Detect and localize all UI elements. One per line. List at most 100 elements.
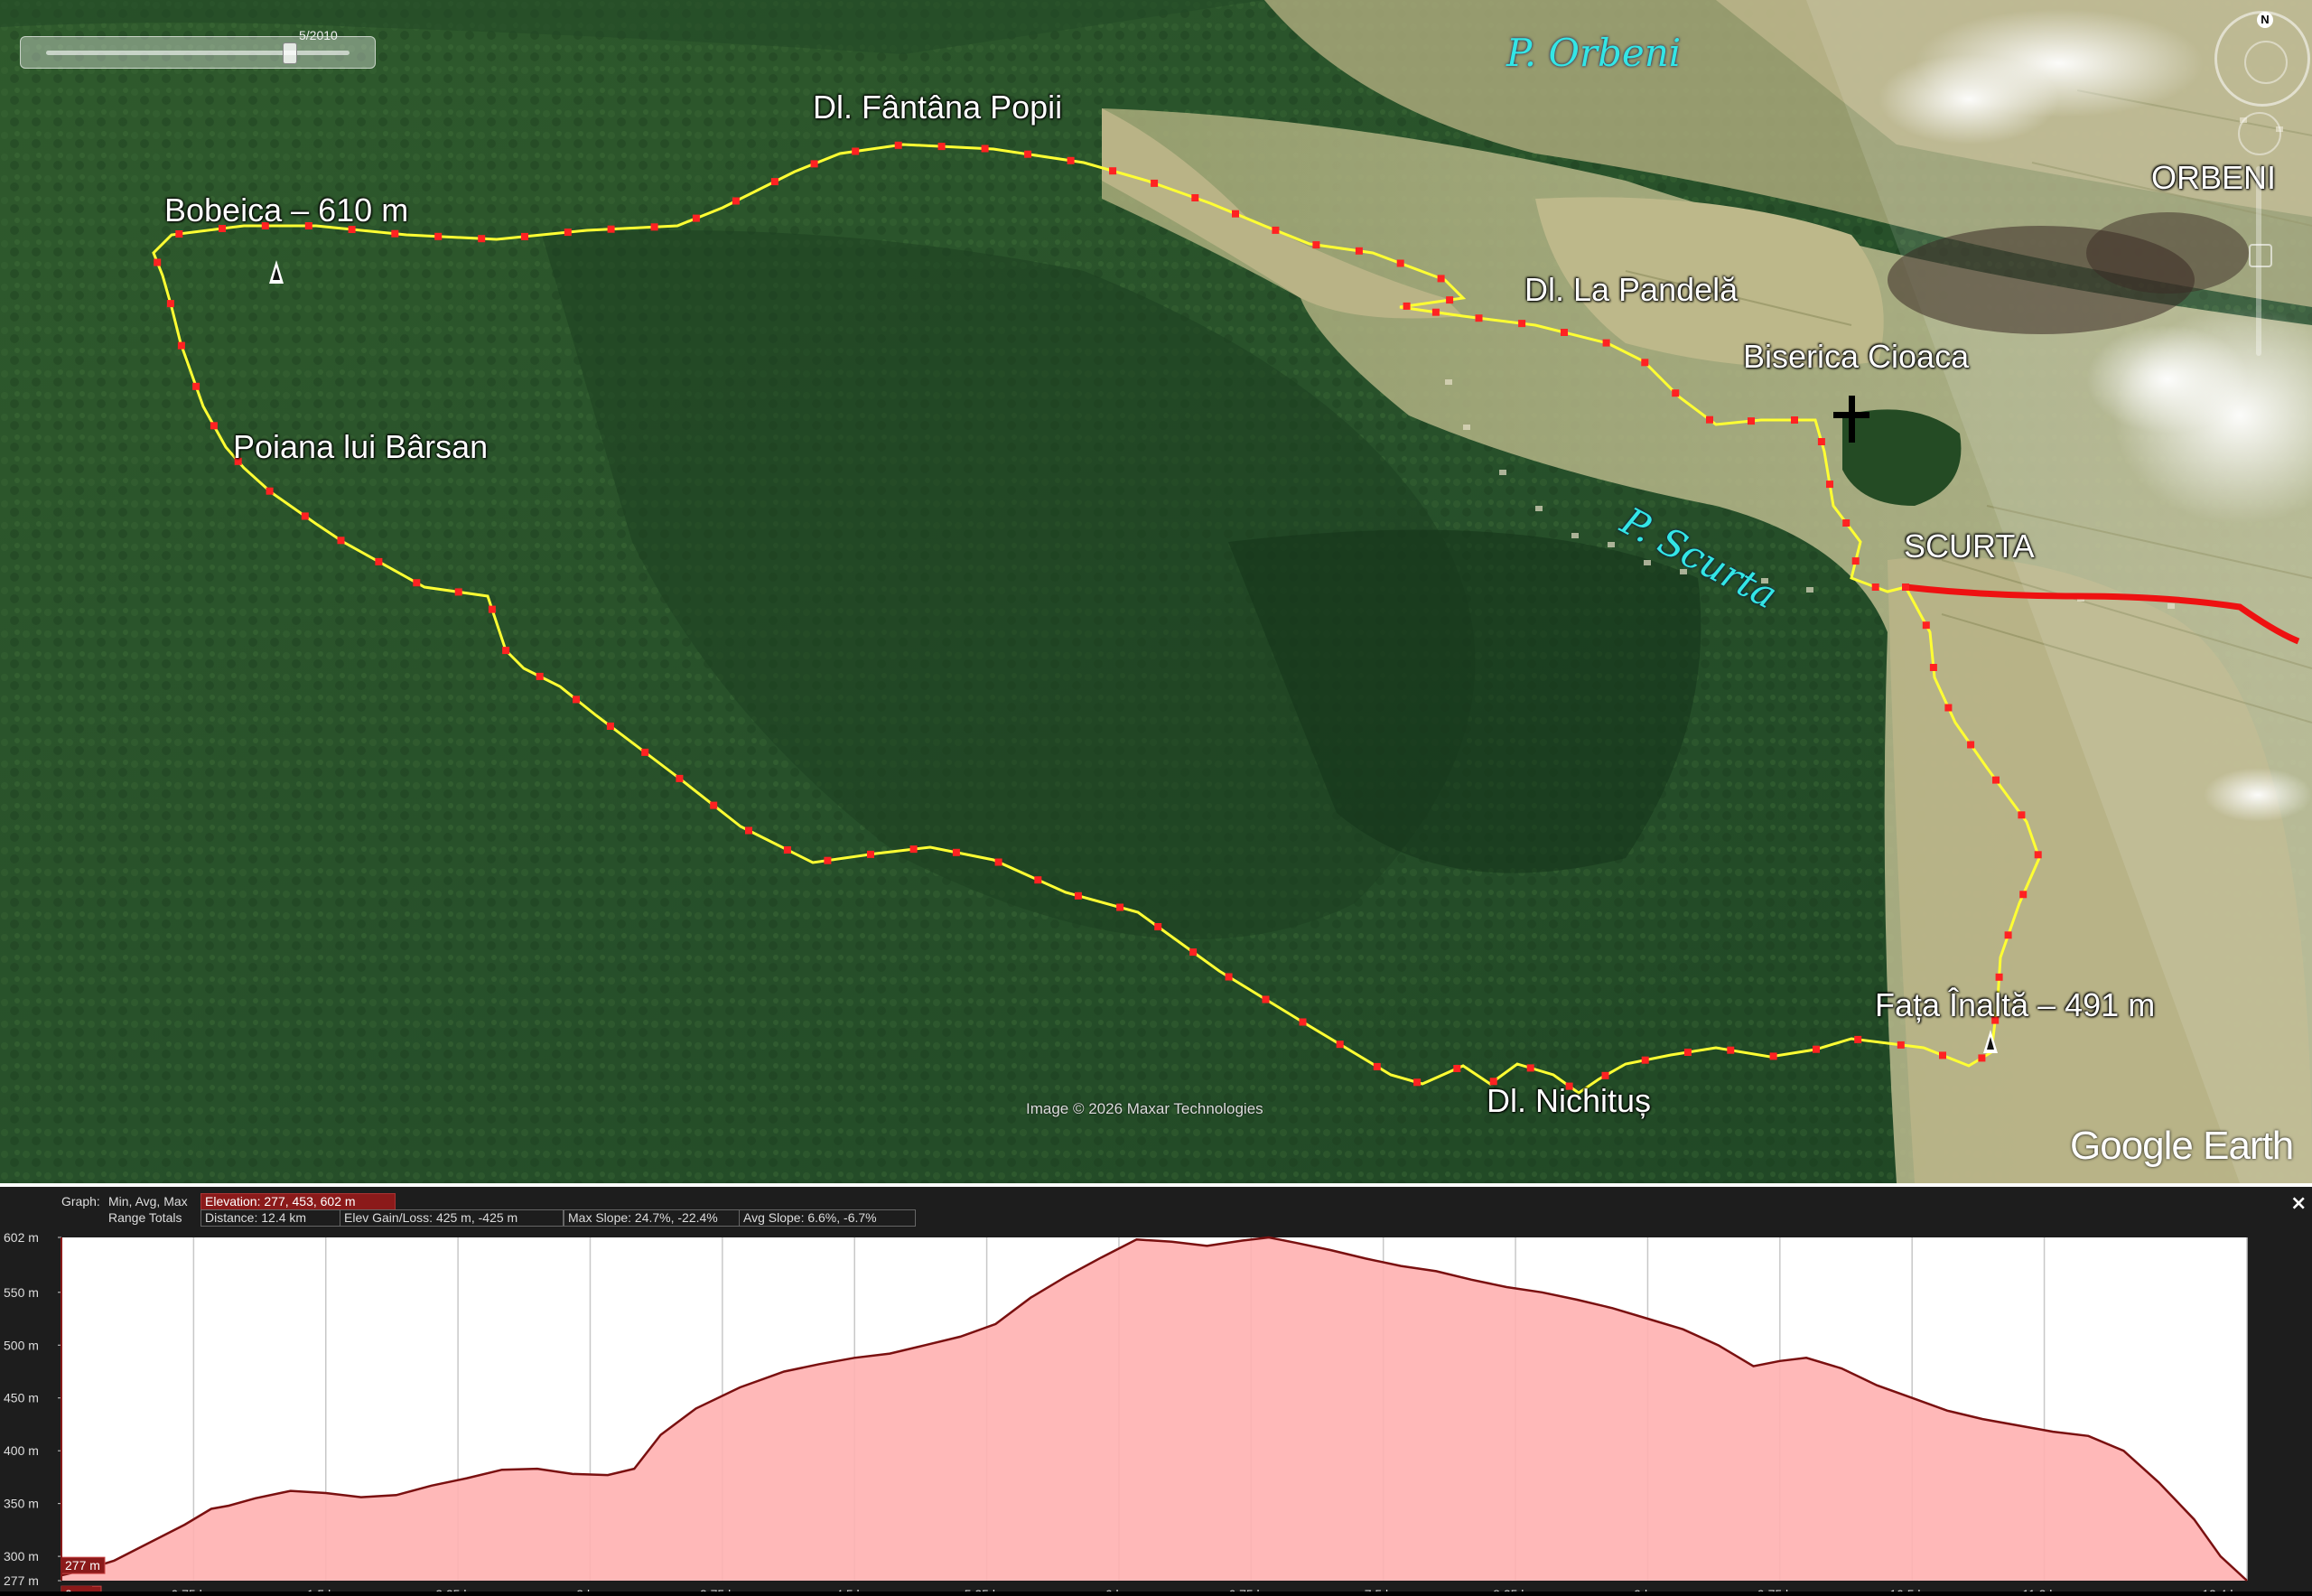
route-marker — [641, 748, 649, 756]
route-marker — [1191, 194, 1199, 201]
route-marker — [1232, 210, 1239, 218]
route-marker — [937, 143, 946, 151]
route-marker — [1813, 1045, 1820, 1053]
route-marker — [732, 197, 740, 205]
x-tick-label: 4.5 km — [835, 1587, 873, 1591]
peak-icon-fata-inalta[interactable] — [1983, 1030, 1998, 1053]
range-totals-label: Range Totals — [108, 1210, 182, 1225]
route-marker — [488, 605, 496, 613]
route-marker — [1922, 621, 1930, 630]
close-profile-button[interactable]: × — [2290, 1192, 2307, 1215]
route-marker — [1151, 179, 1159, 187]
route-marker — [434, 232, 443, 240]
route-marker — [413, 579, 421, 587]
route-marker — [1902, 583, 1909, 591]
label-bobeica[interactable]: Bobeica – 610 m — [164, 191, 408, 229]
route-marker — [1851, 557, 1860, 565]
route-marker — [1526, 1064, 1534, 1072]
y-tick-label: 500 m — [4, 1338, 39, 1352]
route-marker — [981, 145, 989, 153]
cursor-elevation-label: 277 m — [65, 1558, 100, 1573]
elevation-stat[interactable]: Elevation: 277, 453, 602 m — [200, 1193, 396, 1210]
elevation-chart-svg[interactable]: 602 m 550 m 500 m 450 m 400 m 350 m 300 m 277 m… — [0, 1228, 2312, 1596]
y-tick-label: 400 m — [4, 1443, 39, 1458]
label-dl-nichitus[interactable]: Dl. Nichituș — [1487, 1082, 1651, 1120]
route-marker — [650, 223, 658, 231]
elevation-chart[interactable]: 602 m 550 m 500 m 450 m 400 m 350 m 300 m 277 m… — [0, 1228, 2312, 1596]
compass-ring[interactable]: N — [2214, 11, 2310, 107]
route-marker — [478, 235, 486, 243]
x-tick-label: 9.75 km — [1757, 1587, 1803, 1591]
y-tick-label: 300 m — [4, 1549, 39, 1563]
route-marker — [852, 147, 860, 155]
route-marker — [1967, 741, 1975, 749]
route-marker — [192, 382, 200, 390]
route-marker — [1727, 1046, 1735, 1054]
route-marker — [1373, 1062, 1381, 1070]
route-marker — [1154, 923, 1162, 930]
route-marker — [1437, 275, 1445, 283]
route-marker — [1769, 1052, 1777, 1060]
x-tick-label: 3.75 km — [700, 1587, 745, 1591]
route-marker — [606, 723, 614, 730]
cursor-distance-label: 0 m — [65, 1587, 86, 1591]
label-fata-inalta[interactable]: Fața Înaltă – 491 m — [1875, 986, 2155, 1024]
route-marker — [564, 229, 572, 237]
route-marker — [2004, 931, 2012, 939]
x-tick-label: 6.75 km — [1228, 1587, 1273, 1591]
route-marker — [1272, 226, 1280, 234]
route-marker — [676, 774, 684, 782]
route-marker — [1944, 704, 1953, 712]
route-marker — [454, 588, 462, 596]
label-poiana-lui-barsan[interactable]: Poiana lui Bârsan — [233, 428, 488, 466]
route-marker — [1939, 1051, 1946, 1059]
historical-imagery-slider[interactable]: 5/2010 — [20, 28, 376, 69]
route-marker — [1355, 247, 1363, 255]
y-tick-label: 602 m — [4, 1230, 39, 1245]
x-tick-label: 3 km — [576, 1587, 603, 1591]
route-marker — [175, 230, 183, 238]
north-indicator[interactable]: N — [2257, 12, 2273, 28]
route-marker — [1413, 1078, 1422, 1087]
elev-gain-loss-stat: Elev Gain/Loss: 425 m, -425 m — [340, 1209, 564, 1227]
y-tick-label: 350 m — [4, 1497, 39, 1511]
route-marker — [1396, 259, 1404, 267]
route-marker — [607, 225, 615, 233]
route-marker — [1262, 995, 1270, 1003]
route-marker — [1034, 876, 1042, 884]
time-slider-date: 5/2010 — [299, 28, 338, 42]
route-marker — [1403, 302, 1411, 310]
route-marker — [810, 160, 818, 168]
river-label-orbeni: P. Orbeni — [1506, 31, 1682, 75]
route-marker — [1978, 1054, 1986, 1062]
y-tick-label: 450 m — [4, 1391, 39, 1405]
label-dl-la-pandela[interactable]: Dl. La Pandelă — [1524, 271, 1738, 309]
move-joystick[interactable] — [2238, 112, 2281, 155]
route-marker — [1706, 415, 1713, 424]
route-marker — [154, 258, 162, 266]
route-marker — [210, 422, 218, 430]
x-tick-label: 12.4 km — [2202, 1587, 2247, 1591]
label-dl-fantana-popii[interactable]: Dl. Fântâna Popii — [813, 89, 1062, 126]
label-scurta[interactable]: SCURTA — [1904, 527, 2035, 565]
label-biserica-cioaca[interactable]: Biserica Cioaca — [1743, 338, 1969, 376]
x-tick-label: 8.25 km — [1493, 1587, 1538, 1591]
route-marker — [1299, 1018, 1307, 1026]
time-slider-thumb[interactable] — [283, 42, 297, 64]
zoom-slider-thumb[interactable] — [2249, 244, 2272, 267]
route-marker — [710, 801, 718, 809]
route-marker — [521, 232, 528, 240]
peak-icon-bobeica[interactable] — [269, 260, 284, 284]
route-marker — [573, 695, 580, 704]
imagery-credit: Image © 2026 Maxar Technologies — [1026, 1100, 1263, 1117]
route-marker — [1116, 903, 1124, 911]
google-earth-window: P. Orbeni P. Scurta Dl. Fântâna Popii Bo… — [0, 0, 2312, 1596]
route-marker — [1602, 339, 1610, 347]
time-slider-track[interactable] — [46, 51, 350, 55]
x-tick-label: 6 km — [1105, 1587, 1133, 1591]
map-view[interactable]: P. Orbeni P. Scurta Dl. Fântâna Popii Bo… — [0, 0, 2312, 1183]
look-joystick[interactable] — [2244, 41, 2288, 84]
church-icon[interactable] — [1833, 396, 1869, 443]
route-marker — [1453, 1065, 1461, 1072]
y-tick-label: 550 m — [4, 1285, 39, 1300]
